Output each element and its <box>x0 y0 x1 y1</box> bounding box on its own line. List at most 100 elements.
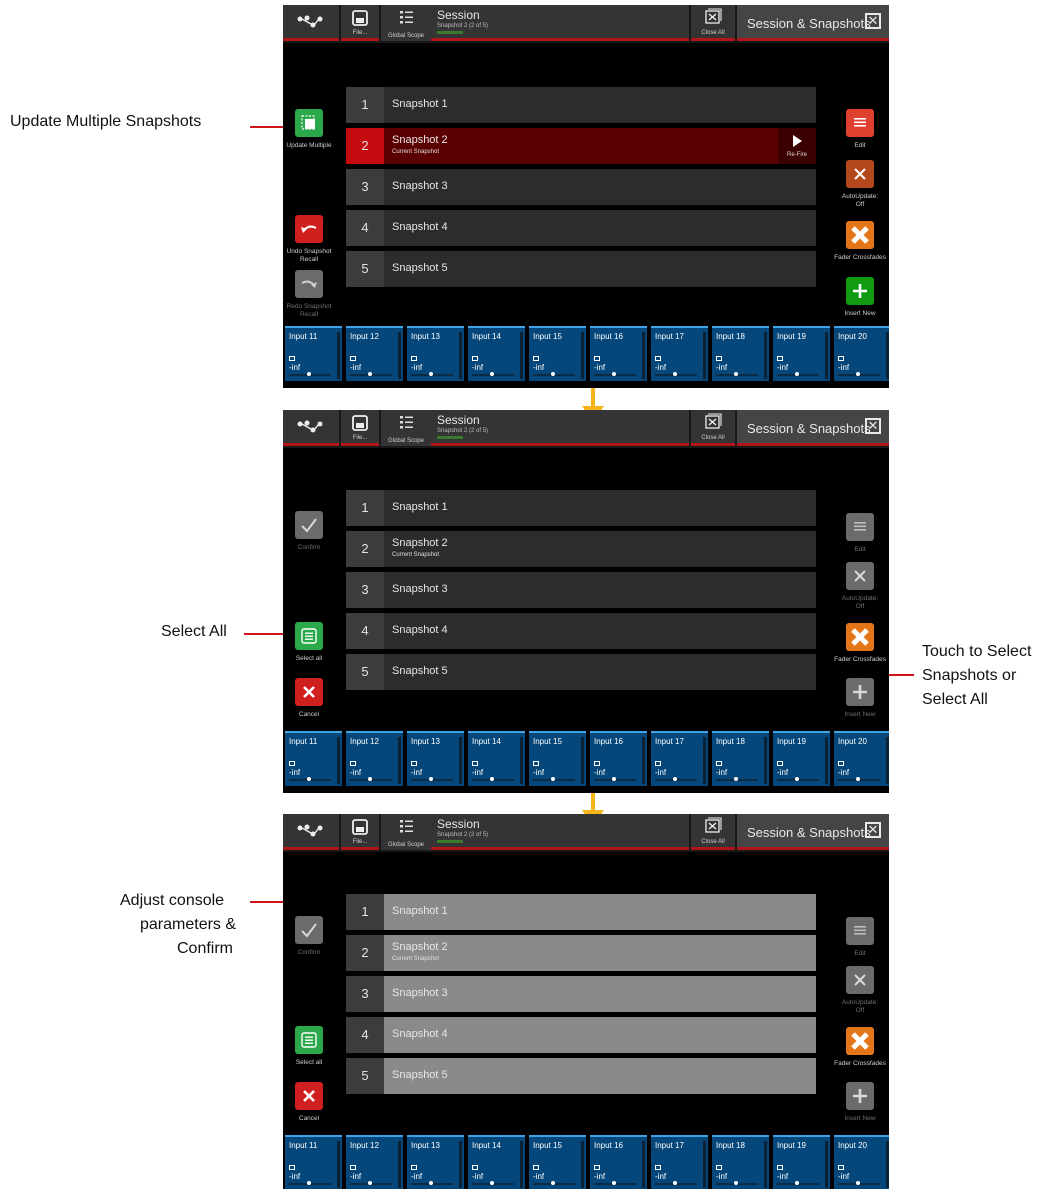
fader-crossfades-button[interactable] <box>846 221 874 249</box>
fader-knob[interactable] <box>795 777 799 781</box>
channel-input[interactable]: Input 12 -inf <box>346 731 403 786</box>
fader-knob[interactable] <box>673 777 677 781</box>
close-panel-button[interactable]: ✕ <box>865 418 881 434</box>
routing-button[interactable] <box>283 814 339 850</box>
channel-input[interactable]: Input 15 -inf <box>529 326 586 381</box>
channel-input[interactable]: Input 11 -inf <box>285 326 342 381</box>
edit-button[interactable] <box>846 513 874 541</box>
channel-input[interactable]: Input 20 -inf <box>834 1135 889 1189</box>
channel-input[interactable]: Input 14 -inf <box>468 1135 525 1189</box>
fader-knob[interactable] <box>429 777 433 781</box>
insert-new-button[interactable] <box>846 678 874 706</box>
global-scope-button[interactable]: Global Scope <box>381 410 431 446</box>
snapshot-row[interactable]: 5 Snapshot 5 <box>346 654 816 690</box>
file-button[interactable]: File... <box>341 410 379 446</box>
channel-input[interactable]: Input 13 -inf <box>407 731 464 786</box>
fader-knob[interactable] <box>856 1181 860 1185</box>
fader-knob[interactable] <box>734 1181 738 1185</box>
fader-knob[interactable] <box>856 777 860 781</box>
close-all-button[interactable]: Close All <box>691 5 735 41</box>
update-multiple-button[interactable] <box>295 109 323 137</box>
fader-knob[interactable] <box>795 372 799 376</box>
routing-button[interactable] <box>283 5 339 41</box>
channel-input[interactable]: Input 19 -inf <box>773 731 830 786</box>
snapshot-row[interactable]: 4 Snapshot 4 <box>346 613 816 649</box>
routing-button[interactable] <box>283 410 339 446</box>
fader-knob[interactable] <box>551 1181 555 1185</box>
global-scope-button[interactable]: Global Scope <box>381 5 431 41</box>
fader-knob[interactable] <box>490 777 494 781</box>
fader-knob[interactable] <box>612 777 616 781</box>
close-panel-button[interactable]: ✕ <box>865 13 881 29</box>
confirm-button[interactable] <box>295 916 323 944</box>
fader-knob[interactable] <box>612 372 616 376</box>
fader-knob[interactable] <box>734 372 738 376</box>
channel-input[interactable]: Input 11 -inf <box>285 731 342 786</box>
channel-input[interactable]: Input 12 -inf <box>346 326 403 381</box>
channel-input[interactable]: Input 18 -inf <box>712 326 769 381</box>
fader-knob[interactable] <box>551 372 555 376</box>
fader-knob[interactable] <box>490 1181 494 1185</box>
channel-input[interactable]: Input 17 -inf <box>651 326 708 381</box>
fader-knob[interactable] <box>795 1181 799 1185</box>
channel-input[interactable]: Input 20 -inf <box>834 326 889 381</box>
channel-input[interactable]: Input 12 -inf <box>346 1135 403 1189</box>
redo-snapshot-recall-button[interactable] <box>295 270 323 298</box>
insert-new-button[interactable] <box>846 277 874 305</box>
file-button[interactable]: File... <box>341 5 379 41</box>
channel-input[interactable]: Input 18 -inf <box>712 1135 769 1189</box>
undo-snapshot-recall-button[interactable] <box>295 215 323 243</box>
cancel-button[interactable] <box>295 678 323 706</box>
channel-input[interactable]: Input 20 -inf <box>834 731 889 786</box>
edit-button[interactable] <box>846 109 874 137</box>
channel-input[interactable]: Input 15 -inf <box>529 1135 586 1189</box>
fader-crossfades-button[interactable] <box>846 623 874 651</box>
autoupdate-button[interactable] <box>846 562 874 590</box>
fader-knob[interactable] <box>551 777 555 781</box>
snapshot-row-selected[interactable]: 4 Snapshot 4 <box>346 1017 816 1053</box>
edit-button[interactable] <box>846 917 874 945</box>
autoupdate-button[interactable] <box>846 966 874 994</box>
fader-knob[interactable] <box>368 777 372 781</box>
snapshot-row-selected[interactable]: 1 Snapshot 1 <box>346 894 816 930</box>
channel-input[interactable]: Input 19 -inf <box>773 326 830 381</box>
snapshot-row[interactable]: 4 Snapshot 4 <box>346 210 816 246</box>
fader-knob[interactable] <box>673 1181 677 1185</box>
channel-input[interactable]: Input 16 -inf <box>590 731 647 786</box>
fader-crossfades-button[interactable] <box>846 1027 874 1055</box>
fader-knob[interactable] <box>307 372 311 376</box>
snapshot-row[interactable]: 1 Snapshot 1 <box>346 87 816 123</box>
snapshot-row[interactable]: 5 Snapshot 5 <box>346 251 816 287</box>
snapshot-row-selected[interactable]: 3 Snapshot 3 <box>346 976 816 1012</box>
fader-knob[interactable] <box>368 372 372 376</box>
snapshot-row[interactable]: 2 Snapshot 2 Current Snapshot <box>346 531 816 567</box>
snapshot-row[interactable]: 3 Snapshot 3 <box>346 572 816 608</box>
confirm-button[interactable] <box>295 511 323 539</box>
snapshot-row-selected[interactable]: 2 Snapshot 2 Current Snapshot <box>346 935 816 971</box>
snapshot-row[interactable]: 1 Snapshot 1 <box>346 490 816 526</box>
fader-knob[interactable] <box>490 372 494 376</box>
channel-input[interactable]: Input 14 -inf <box>468 731 525 786</box>
fader-knob[interactable] <box>307 1181 311 1185</box>
global-scope-button[interactable]: Global Scope <box>381 814 431 850</box>
file-button[interactable]: File... <box>341 814 379 850</box>
fader-knob[interactable] <box>612 1181 616 1185</box>
re-fire-button[interactable]: Re-Fire <box>778 128 816 164</box>
fader-knob[interactable] <box>429 1181 433 1185</box>
select-all-button[interactable] <box>295 1026 323 1054</box>
channel-input[interactable]: Input 15 -inf <box>529 731 586 786</box>
channel-input[interactable]: Input 14 -inf <box>468 326 525 381</box>
cancel-button[interactable] <box>295 1082 323 1110</box>
close-panel-button[interactable]: ✕ <box>865 822 881 838</box>
channel-input[interactable]: Input 17 -inf <box>651 1135 708 1189</box>
close-all-button[interactable]: Close All <box>691 814 735 850</box>
channel-input[interactable]: Input 11 -inf <box>285 1135 342 1189</box>
channel-input[interactable]: Input 16 -inf <box>590 1135 647 1189</box>
fader-knob[interactable] <box>429 372 433 376</box>
fader-knob[interactable] <box>856 372 860 376</box>
select-all-button[interactable] <box>295 622 323 650</box>
fader-knob[interactable] <box>307 777 311 781</box>
fader-knob[interactable] <box>734 777 738 781</box>
snapshot-row-current[interactable]: 2 Snapshot 2 Current Snapshot Re-Fire <box>346 128 816 164</box>
fader-knob[interactable] <box>673 372 677 376</box>
